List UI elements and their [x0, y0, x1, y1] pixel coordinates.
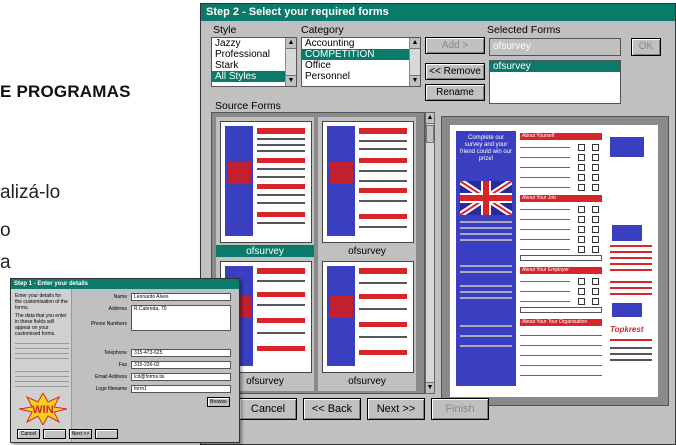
win-badge-icon: WIN — [19, 393, 67, 425]
name-field[interactable]: Leonardo Alves — [131, 293, 231, 301]
category-listbox[interactable]: Accounting COMPETITION Office Personnel … — [301, 37, 421, 87]
preview-section-title: About Your Tour Organisation — [522, 319, 588, 325]
scroll-up-icon[interactable]: ▲ — [286, 38, 296, 49]
union-flag-icon — [460, 181, 512, 215]
category-item[interactable]: Accounting — [302, 38, 420, 49]
details-note: The data that you enter in these fields … — [15, 313, 67, 337]
preview-left-column — [456, 131, 516, 386]
details-intro: Enter your details for the customisation… — [15, 293, 68, 311]
style-item[interactable]: Stark — [212, 60, 296, 71]
details-finish-button[interactable] — [95, 429, 118, 439]
address-field[interactable]: R.Cabreda, 70 — [131, 305, 231, 331]
rename-button[interactable]: Rename — [425, 84, 485, 101]
category-item[interactable]: Personnel — [302, 71, 420, 82]
preview-brand: Topkrest — [610, 325, 644, 334]
browse-button[interactable]: Browse — [207, 397, 230, 407]
selected-forms-listbox[interactable]: ofsurvey — [489, 60, 621, 104]
form-thumbnail-image — [322, 121, 414, 243]
email-label: Email Address — [95, 374, 127, 380]
scroll-down-icon[interactable]: ▼ — [426, 382, 434, 393]
logo-filename-label: Logo filename — [95, 386, 127, 392]
category-scrollbar[interactable]: ▲ ▼ — [409, 38, 420, 86]
scroll-up-icon[interactable]: ▲ — [426, 113, 434, 124]
form-thumbnail-caption: ofsurvey — [348, 376, 386, 387]
magazine-body-text-2: o — [0, 220, 11, 241]
logo-filename-field[interactable]: form1 — [131, 385, 231, 393]
preview-section-title: About Your Employer — [522, 267, 569, 273]
add-button[interactable]: Add > — [425, 37, 485, 54]
magazine-heading: E PROGRAMAS — [0, 82, 131, 101]
fax-field[interactable]: 315-236-02 — [131, 361, 231, 369]
details-next-button[interactable]: Next >> — [69, 429, 92, 439]
form-thumbnail[interactable]: ofsurvey — [318, 117, 416, 257]
form-thumbnail[interactable]: ofsurvey — [318, 257, 416, 391]
category-item[interactable]: COMPETITION — [302, 49, 420, 60]
cancel-button[interactable]: Cancel — [239, 398, 297, 420]
source-forms-panel: ofsurvey ofsurvey ofsurvey ofsurvey — [211, 112, 425, 394]
category-item[interactable]: Office — [302, 60, 420, 71]
magazine-body-text: alizá-lo — [0, 182, 61, 203]
style-item[interactable]: All Styles — [212, 71, 296, 82]
style-scrollbar[interactable]: ▲ ▼ — [285, 38, 296, 86]
style-item[interactable]: Professional — [212, 49, 296, 60]
style-listbox[interactable]: Jazzy Professional Stark All Styles ▲ ▼ — [211, 37, 297, 87]
win-badge-text: WIN — [32, 404, 53, 416]
form-preview-panel: Complete our survey and your friend coul… — [441, 116, 669, 406]
details-help-button[interactable] — [43, 429, 66, 439]
remove-button[interactable]: << Remove — [425, 63, 485, 80]
style-item[interactable]: Jazzy — [212, 38, 296, 49]
magazine-body-text-3: a — [0, 252, 11, 273]
selected-forms-item[interactable]: ofsurvey — [490, 61, 620, 72]
fax-label: Fax — [118, 362, 127, 368]
preview-section-title: About Your Job — [522, 195, 556, 201]
source-forms-scrollbar[interactable]: ▲ ▼ — [425, 112, 435, 394]
scroll-down-icon[interactable]: ▼ — [286, 75, 296, 86]
scroll-thumb[interactable] — [426, 125, 434, 143]
scroll-down-icon[interactable]: ▼ — [410, 75, 420, 86]
selected-form-name: ofsurvey — [493, 41, 531, 52]
ok-button[interactable]: OK — [631, 38, 661, 56]
selected-forms-label: Selected Forms — [487, 24, 561, 36]
form-thumbnail-image — [220, 121, 312, 243]
form-thumbnail[interactable]: ofsurvey — [216, 117, 314, 258]
category-label: Category — [301, 24, 344, 36]
form-thumbnail-image — [322, 261, 414, 373]
style-label: Style — [213, 24, 237, 36]
details-wizard-window: Step 1 - Enter your details Enter your d… — [10, 278, 240, 443]
next-button[interactable]: Next >> — [367, 398, 425, 420]
selected-form-name-field[interactable]: ofsurvey — [489, 38, 621, 56]
window-title: Step 2 - Select your required forms — [201, 4, 675, 21]
phone-numbers-label: Phone Numbers — [90, 321, 127, 327]
scroll-up-icon[interactable]: ▲ — [410, 38, 420, 49]
email-field[interactable]: lcd@forms.tis — [131, 373, 231, 381]
forms-wizard-window: Step 2 - Select your required forms Styl… — [200, 3, 676, 445]
preview-section-title: About Yourself — [522, 133, 555, 139]
back-button[interactable]: << Back — [303, 398, 361, 420]
source-forms-label: Source Forms — [215, 100, 281, 112]
finish-button[interactable]: Finish — [431, 398, 489, 420]
preview-intro-text: Complete our survey and your friend coul… — [459, 135, 513, 162]
details-window-title: Step 1 - Enter your details — [11, 279, 239, 289]
address-label: Address — [108, 306, 127, 312]
telephone-label: Telephone — [103, 350, 127, 356]
telephone-field[interactable]: 315-473-625 — [131, 349, 231, 357]
name-label: Name — [113, 294, 127, 300]
details-cancel-button[interactable]: Cancel — [17, 429, 40, 439]
form-preview-document: Complete our survey and your friend coul… — [450, 125, 658, 397]
